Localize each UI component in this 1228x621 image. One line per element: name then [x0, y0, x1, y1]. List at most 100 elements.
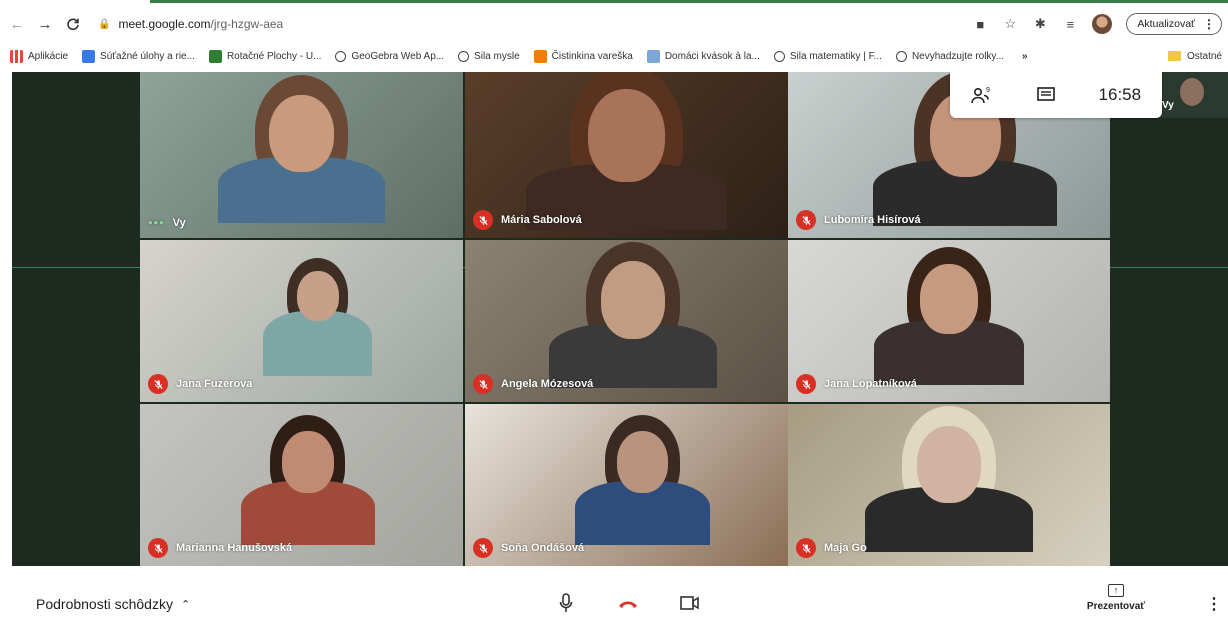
back-button[interactable]: ←	[6, 13, 28, 35]
bookmarks-overflow-icon[interactable]: »	[1022, 51, 1028, 62]
participant-tile[interactable]: Jana Fuzerova	[140, 240, 463, 402]
participant-name-tag: Ľubomíra Hisírová	[796, 210, 921, 230]
more-options-icon[interactable]: ⋮	[1206, 594, 1222, 614]
participant-tile[interactable]: Maja Go	[788, 404, 1110, 566]
url-path: /jrg-hzgw-aea	[210, 17, 284, 31]
apps-grid-icon	[10, 49, 23, 63]
folder-icon	[1167, 51, 1181, 61]
bookmark-item[interactable]: Súťažné úlohy a rie...	[82, 49, 195, 63]
participant-name: Jana Fuzerova	[176, 378, 253, 390]
forward-button[interactable]: →	[34, 13, 56, 35]
participant-tile[interactable]: Angela Mózesová	[465, 240, 788, 402]
bookmark-item[interactable]: GeoGebra Web Ap...	[335, 50, 444, 62]
bookmarks-bar: Aplikácie Súťažné úlohy a rie... Rotačné P…	[0, 45, 1228, 67]
hang-up-button[interactable]	[617, 592, 639, 614]
participant-name-tag: Jana Fuzerova	[148, 374, 252, 394]
update-button[interactable]: Aktualizovať ⋮	[1126, 13, 1222, 35]
participant-tile[interactable]: Marianna Hanušovská	[140, 404, 463, 566]
participant-name: Jana Lopatníková	[824, 378, 917, 390]
participant-name: Mária Sabolová	[501, 214, 582, 226]
meeting-details-button[interactable]: Podrobnosti schôdzky ⌃	[36, 596, 190, 612]
self-thumb-label: Vy	[1162, 100, 1174, 111]
participant-face	[587, 89, 666, 183]
globe-icon	[458, 50, 470, 62]
menu-kebab-icon: ⋮	[1203, 17, 1215, 31]
mic-off-icon	[796, 538, 816, 558]
profile-avatar[interactable]	[1092, 14, 1113, 34]
present-screen-icon: ↑	[1108, 584, 1124, 597]
participant-name-tag: Jana Lopatníková	[796, 374, 917, 394]
bookmark-label: Sila mysle	[474, 50, 520, 62]
participant-name: Marianna Hanušovská	[176, 542, 293, 554]
participant-name-tag: Marianna Hanušovská	[148, 538, 292, 558]
participant-face	[916, 425, 982, 503]
participant-name-tag: Angela Mózesová	[473, 374, 593, 394]
bookmark-item[interactable]: Rotačné Plochy - U...	[208, 49, 322, 63]
self-video-tile[interactable]: ••• Vy	[140, 72, 463, 238]
participant-name: Maja Go	[824, 542, 867, 554]
meeting-controls-bar: Podrobnosti schôdzky ⌃ ↑ Prezentovať ⋮	[0, 566, 1228, 621]
meeting-clock: 16:58	[1098, 85, 1142, 104]
reading-list-icon[interactable]: ≡	[1062, 17, 1078, 32]
self-view-thumbnail[interactable]: Vy	[1158, 72, 1228, 118]
mic-off-icon	[148, 374, 168, 394]
bookmark-star-icon[interactable]: ☆	[1002, 16, 1018, 32]
bookmark-label: Súťažné úlohy a rie...	[100, 50, 195, 62]
bookmark-item[interactable]: Domáci kvások à la...	[646, 49, 760, 63]
present-button[interactable]: ↑ Prezentovať	[1086, 584, 1146, 612]
participant-name: Vy	[172, 216, 186, 229]
participant-face	[600, 261, 666, 339]
more-dots-icon[interactable]: •••	[148, 215, 165, 230]
participant-face	[616, 430, 669, 493]
participant-name-tag: ••• Vy	[148, 215, 186, 230]
camera-toggle[interactable]	[679, 592, 701, 614]
blogger-icon	[533, 49, 547, 63]
extensions-icon[interactable]: ✱	[1032, 16, 1048, 32]
reload-icon	[67, 18, 79, 31]
mic-off-icon	[473, 374, 493, 394]
video-camera-icon	[680, 596, 699, 610]
participant-tile[interactable]: Jana Lopatníková	[788, 240, 1110, 402]
meeting-info-panel: 9 16:58	[950, 72, 1162, 118]
bookmark-item[interactable]: Sila mysle	[458, 50, 520, 62]
active-tab-accent	[150, 0, 1228, 3]
participant-tile[interactable]: Soňa Ondášová	[465, 404, 788, 566]
participant-face	[269, 94, 334, 173]
lock-icon: 🔒	[98, 18, 111, 30]
globe-icon	[335, 50, 347, 62]
chat-icon[interactable]	[1035, 84, 1057, 106]
video-grid: ••• Vy Mária Sabolová Ľubomíra Hisírová Jana…	[12, 72, 1228, 566]
mic-off-icon	[473, 210, 493, 230]
address-bar[interactable]: 🔒 meet.google.com/jrg-hzgw-aea	[98, 13, 283, 35]
other-bookmarks-label: Ostatné	[1186, 50, 1222, 62]
bookmark-item[interactable]: Nevyhadzujte rolky...	[895, 50, 1005, 62]
reload-button[interactable]	[62, 13, 84, 35]
bookmark-favicon-icon	[208, 49, 222, 63]
svg-text:9: 9	[986, 87, 990, 94]
bookmark-item[interactable]: Aplikácie	[10, 49, 68, 63]
people-icon[interactable]: 9	[971, 84, 993, 106]
mic-off-icon	[796, 210, 816, 230]
url-host: meet.google.com	[118, 17, 211, 31]
bookmark-item[interactable]: Čistinkina vareška	[533, 49, 633, 63]
tab-strip	[0, 0, 1228, 5]
microphone-icon	[559, 593, 573, 612]
present-label: Prezentovať	[1086, 601, 1146, 612]
participant-tile[interactable]: Mária Sabolová	[465, 72, 788, 238]
participant-name-tag: Mária Sabolová	[473, 210, 582, 230]
participant-face	[282, 430, 334, 493]
microphone-toggle[interactable]	[555, 592, 577, 614]
bookmark-label: Rotačné Plochy - U...	[226, 50, 322, 62]
bookmark-label: Domáci kvások à la...	[664, 50, 760, 62]
globe-icon	[773, 50, 785, 62]
camera-in-use-icon[interactable]: ■	[972, 17, 988, 32]
bookmark-item[interactable]: Sila matematiky | F...	[773, 50, 882, 62]
bookmark-label: Nevyhadzujte rolky...	[911, 50, 1005, 62]
participant-face	[920, 264, 978, 334]
participant-name: Angela Mózesová	[501, 378, 594, 390]
hang-up-icon	[619, 601, 637, 608]
globe-icon	[895, 50, 907, 62]
mic-off-icon	[473, 538, 493, 558]
participant-name: Soňa Ondášová	[501, 542, 585, 554]
other-bookmarks-folder[interactable]: Ostatné	[1167, 50, 1222, 62]
